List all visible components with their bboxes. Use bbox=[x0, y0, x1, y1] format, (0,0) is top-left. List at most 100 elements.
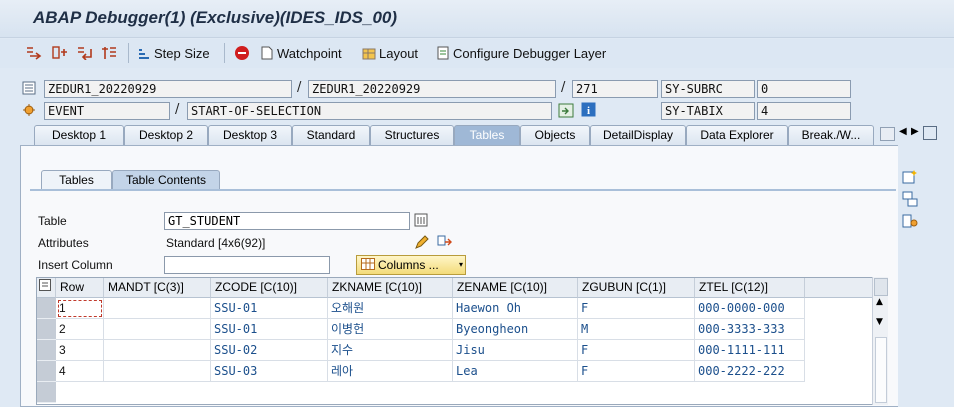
column-header-zename[interactable]: ZENAME [C(10)] bbox=[453, 278, 578, 298]
column-header-ztel[interactable]: ZTEL [C(12)] bbox=[695, 278, 805, 298]
cell-zkname[interactable]: 레아 bbox=[328, 361, 453, 382]
configure-label: Configure Debugger Layer bbox=[453, 45, 607, 61]
event-icon bbox=[22, 103, 36, 120]
cell-zgubun[interactable]: F bbox=[578, 361, 695, 382]
stop-icon[interactable] bbox=[234, 44, 250, 62]
tab-tables[interactable]: Tables bbox=[454, 125, 520, 145]
configure-debugger-layer-button[interactable]: Configure Debugger Layer bbox=[436, 44, 606, 62]
cell-ztel[interactable]: 000-2222-222 bbox=[695, 361, 805, 382]
subtab-tables[interactable]: Tables bbox=[41, 170, 112, 189]
columns-button[interactable]: Columns ... ▾ bbox=[356, 255, 466, 275]
scroll-track[interactable] bbox=[875, 337, 887, 403]
table-contents-grid: Row MANDT [C(3)] ZCODE [C(10)] ZKNAME [C… bbox=[36, 277, 888, 405]
line-field[interactable]: 271 bbox=[572, 80, 658, 98]
row-selector[interactable] bbox=[37, 298, 56, 319]
tab-structures[interactable]: Structures bbox=[370, 125, 454, 145]
sy-tabix-value[interactable]: 4 bbox=[757, 102, 851, 120]
event-name-field[interactable]: START-OF-SELECTION bbox=[187, 102, 552, 120]
row-number[interactable]: 3 bbox=[56, 340, 104, 361]
scroll-down-arrow-icon[interactable]: ▼ bbox=[876, 317, 883, 327]
event-type-field[interactable]: EVENT bbox=[44, 102, 170, 120]
services-icon[interactable] bbox=[436, 234, 452, 253]
program-field[interactable]: ZEDUR1_20220929 bbox=[44, 80, 292, 98]
cell-mandt[interactable] bbox=[104, 319, 211, 340]
subtab-table-contents[interactable]: Table Contents bbox=[112, 170, 220, 189]
tab-desktop-2[interactable]: Desktop 2 bbox=[124, 125, 208, 145]
row-selector[interactable] bbox=[37, 319, 56, 340]
cell-zcode[interactable]: SSU-01 bbox=[211, 319, 328, 340]
source-display-icon[interactable] bbox=[558, 103, 574, 121]
table-browse-icon[interactable] bbox=[414, 213, 428, 230]
tab-list-button[interactable] bbox=[880, 127, 895, 141]
cell-zgubun[interactable]: F bbox=[578, 340, 695, 361]
scroll-top-button[interactable] bbox=[874, 278, 888, 296]
execute-icon[interactable] bbox=[52, 44, 68, 62]
tab-detail-display[interactable]: DetailDisplay bbox=[590, 125, 686, 145]
layout-button[interactable]: Layout bbox=[362, 44, 418, 62]
tab-scroll-left-icon[interactable]: ◀ bbox=[899, 126, 907, 137]
cell-mandt[interactable] bbox=[104, 361, 211, 382]
continue-icon[interactable] bbox=[101, 44, 117, 62]
window-title: ABAP Debugger(1) (Exclusive)(IDES_IDS_00… bbox=[33, 8, 398, 27]
separator-slash: / bbox=[561, 80, 566, 95]
scroll-up-arrow-icon[interactable]: ▲ bbox=[876, 297, 883, 307]
column-header-mandt[interactable]: MANDT [C(3)] bbox=[104, 278, 211, 298]
include-field[interactable]: ZEDUR1_20220929 bbox=[308, 80, 556, 98]
row-selector[interactable] bbox=[37, 340, 56, 361]
column-header-zgubun[interactable]: ZGUBUN [C(1)] bbox=[578, 278, 695, 298]
tab-data-explorer[interactable]: Data Explorer bbox=[686, 125, 788, 145]
insert-column-label: Insert Column bbox=[38, 258, 113, 272]
single-step-icon[interactable] bbox=[26, 44, 42, 62]
row-number[interactable]: 4 bbox=[56, 361, 104, 382]
cell-zcode[interactable]: SSU-02 bbox=[211, 340, 328, 361]
cell-zcode[interactable]: SSU-01 bbox=[211, 298, 328, 319]
cell-zcode[interactable]: SSU-03 bbox=[211, 361, 328, 382]
row-number[interactable]: 1 bbox=[56, 298, 104, 319]
insert-column-input[interactable] bbox=[164, 256, 330, 274]
cell-zkname[interactable]: 이병헌 bbox=[328, 319, 453, 340]
edit-pencil-icon[interactable] bbox=[414, 234, 430, 253]
tab-standard[interactable]: Standard bbox=[292, 125, 370, 145]
step-size-button[interactable]: Step Size bbox=[137, 44, 210, 62]
new-tool-icon[interactable] bbox=[902, 169, 918, 188]
row-selector[interactable] bbox=[37, 382, 56, 403]
table-name-input[interactable]: GT_STUDENT bbox=[164, 212, 410, 230]
cell-ztel[interactable]: 000-0000-000 bbox=[695, 298, 805, 319]
tab-menu-icon[interactable] bbox=[923, 126, 937, 140]
tab-objects[interactable]: Objects bbox=[520, 125, 590, 145]
cell-ztel[interactable]: 000-3333-333 bbox=[695, 319, 805, 340]
column-header-zkname[interactable]: ZKNAME [C(10)] bbox=[328, 278, 453, 298]
watchpoint-button[interactable]: Watchpoint bbox=[260, 44, 342, 62]
cell-zename[interactable]: Jisu bbox=[453, 340, 578, 361]
return-icon[interactable] bbox=[77, 44, 93, 62]
cell-zgubun[interactable]: F bbox=[578, 298, 695, 319]
services-tool-icon[interactable] bbox=[902, 213, 918, 232]
cell-mandt[interactable] bbox=[104, 298, 211, 319]
cell-zename[interactable]: Haewon Oh bbox=[453, 298, 578, 319]
cell-zkname[interactable]: 오해원 bbox=[328, 298, 453, 319]
sy-subrc-value[interactable]: 0 bbox=[757, 80, 851, 98]
tab-desktop-3[interactable]: Desktop 3 bbox=[208, 125, 292, 145]
row-number[interactable]: 2 bbox=[56, 319, 104, 340]
grid-settings-icon[interactable] bbox=[37, 278, 56, 298]
cell-zename[interactable]: Byeongheon bbox=[453, 319, 578, 340]
replace-tool-icon[interactable] bbox=[902, 191, 918, 210]
cell-ztel[interactable]: 000-1111-111 bbox=[695, 340, 805, 361]
configure-icon bbox=[436, 46, 450, 60]
cell-zgubun[interactable]: M bbox=[578, 319, 695, 340]
cell-mandt[interactable] bbox=[104, 340, 211, 361]
tab-desktop-1[interactable]: Desktop 1 bbox=[34, 125, 124, 145]
column-header-zcode[interactable]: ZCODE [C(10)] bbox=[211, 278, 328, 298]
layout-icon bbox=[362, 46, 376, 60]
row-selector[interactable] bbox=[37, 361, 56, 382]
cell-zkname[interactable]: 지수 bbox=[328, 340, 453, 361]
info-icon[interactable]: i bbox=[581, 102, 596, 120]
table-label: Table bbox=[38, 214, 67, 228]
cell-zename[interactable]: Lea bbox=[453, 361, 578, 382]
tab-break-watch[interactable]: Break./W... bbox=[788, 125, 874, 145]
grid-vertical-scrollbar[interactable]: ▲ ▼ bbox=[872, 277, 888, 405]
column-header-row[interactable]: Row bbox=[56, 278, 104, 298]
tab-scroll-right-icon[interactable]: ▶ bbox=[911, 126, 919, 137]
sy-subrc-label: SY-SUBRC bbox=[661, 80, 755, 98]
separator-slash: / bbox=[297, 80, 302, 95]
